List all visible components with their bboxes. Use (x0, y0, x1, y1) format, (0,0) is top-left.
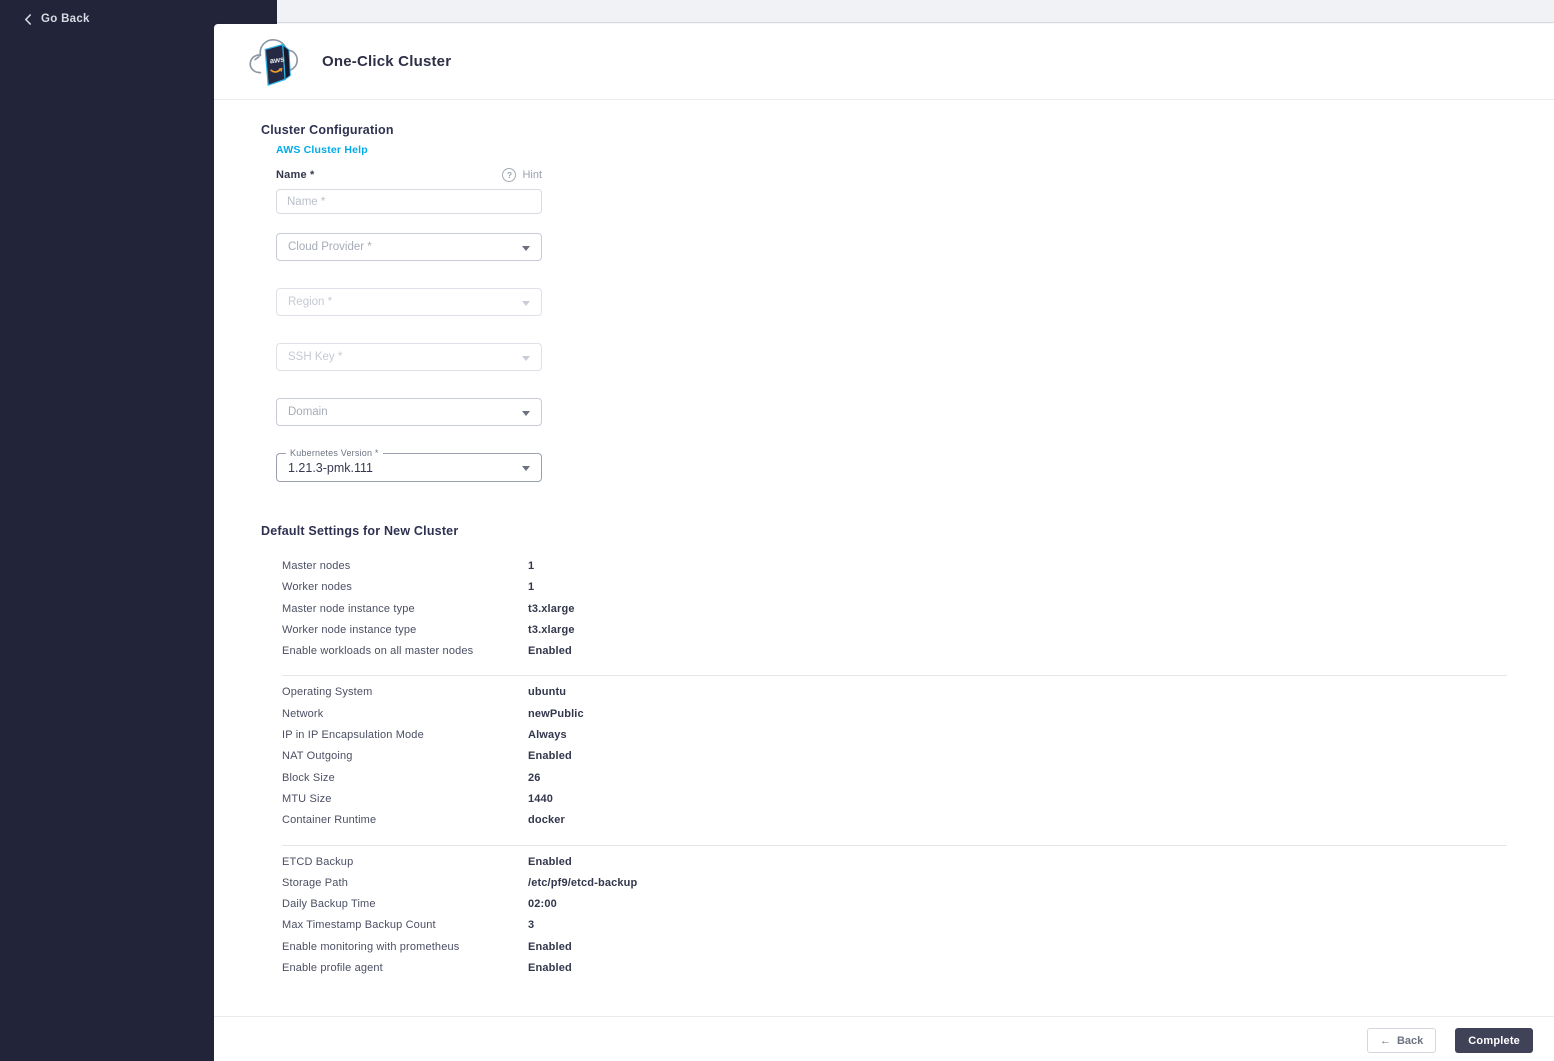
name-field-label: Name * (276, 169, 315, 181)
settings-row-value: ubuntu (528, 686, 567, 699)
select-fields: Cloud Provider * Region * SSH Key * Domain (276, 233, 542, 426)
settings-row-label: Max Timestamp Backup Count (282, 919, 436, 932)
settings-row: Worker nodes 1 (282, 581, 1507, 602)
aws-cloud-icon: aws (249, 38, 298, 86)
settings-row: Block Size 26 (282, 772, 1507, 793)
settings-divider (282, 844, 1507, 846)
settings-row-value: docker (528, 814, 565, 827)
settings-row: MTU Size 1440 (282, 793, 1507, 814)
settings-row-label: Operating System (282, 686, 373, 699)
complete-button-label: Complete (1468, 1034, 1520, 1047)
settings-row-value: t3.xlarge (528, 623, 575, 636)
settings-row: Network newPublic (282, 708, 1507, 729)
hint-label: Hint (522, 169, 542, 181)
settings-row-value: Enabled (528, 962, 572, 975)
card-header: aws One-Click Cluster (214, 24, 1554, 100)
settings-divider (282, 675, 1507, 677)
settings-row-value: 02:00 (528, 898, 557, 911)
settings-row-label: Daily Backup Time (282, 898, 376, 911)
settings-row-label: Master node instance type (282, 602, 415, 615)
kubernetes-version-label: Kubernetes Version * (286, 448, 383, 458)
settings-row-value: Always (528, 729, 567, 742)
field-column: Name * ? Hint Cloud Provider * Region * SS… (276, 168, 542, 482)
settings-row-value: 1 (528, 560, 535, 572)
settings-row-label: Worker node instance type (282, 623, 417, 636)
settings-row-value: Enabled (528, 645, 572, 658)
settings-row-label: Block Size (282, 771, 335, 784)
settings-row: Max Timestamp Backup Count 3 (282, 919, 1507, 940)
settings-row: Container Runtime docker (282, 814, 1507, 835)
back-button[interactable]: ← Back (1366, 1028, 1437, 1053)
name-label-row: Name * ? Hint (276, 168, 542, 182)
question-circle-icon: ? (502, 168, 517, 182)
chevron-left-icon (24, 13, 31, 25)
chevron-down-icon (522, 301, 530, 306)
settings-row-label: Enable monitoring with prometheus (282, 940, 460, 953)
settings-row-value: 1440 (528, 792, 554, 805)
section-title-default-settings: Default Settings for New Cluster (261, 524, 459, 538)
settings-row-label: Enable workloads on all master nodes (282, 645, 474, 658)
select-domain[interactable]: Domain (276, 398, 542, 426)
settings-row-label: Worker nodes (282, 581, 353, 594)
settings-row-value: t3.xlarge (528, 602, 575, 615)
settings-row-value: 1 (528, 581, 535, 594)
aws-cluster-help-link[interactable]: AWS Cluster Help (276, 144, 368, 156)
settings-row-label: Enable profile agent (282, 962, 383, 975)
settings-row: Enable monitoring with prometheus Enabled (282, 941, 1507, 962)
kubernetes-version-value: 1.21.3-pmk.111 (288, 460, 374, 475)
settings-row-label: Master nodes (282, 560, 351, 572)
settings-row-label: Storage Path (282, 876, 349, 889)
settings-row: Enable profile agent Enabled (282, 962, 1507, 983)
settings-row-label: NAT Outgoing (282, 750, 353, 763)
section-title-cluster-configuration: Cluster Configuration (261, 123, 394, 137)
settings-row: Master nodes 1 (282, 560, 1507, 581)
page-title: One-Click Cluster (322, 53, 452, 70)
settings-row-label: MTU Size (282, 792, 332, 805)
select-ssh-key[interactable]: SSH Key * (276, 343, 542, 371)
select-placeholder: Cloud Provider * (288, 241, 372, 253)
settings-row-label: Network (282, 707, 324, 720)
select-placeholder: Domain (288, 406, 328, 418)
settings-row-value: /etc/pf9/etcd-backup (528, 876, 638, 889)
settings-row-value: Enabled (528, 940, 572, 953)
chevron-down-icon (522, 356, 530, 361)
select-placeholder: SSH Key * (288, 351, 343, 363)
chevron-down-icon (522, 466, 530, 471)
settings-row-label: ETCD Backup (282, 855, 354, 868)
settings-row: Operating System ubuntu (282, 686, 1507, 707)
settings-row-label: Container Runtime (282, 814, 377, 827)
settings-row-value: Enabled (528, 855, 572, 868)
arrow-left-icon: ← (1379, 1034, 1391, 1047)
settings-row: Enable workloads on all master nodes Enab… (282, 645, 1507, 666)
select-kubernetes-version[interactable]: Kubernetes Version * 1.21.3-pmk.111 (276, 448, 542, 482)
footer-buttons: ← Back Complete (1366, 1028, 1533, 1053)
settings-row: ETCD Backup Enabled (282, 856, 1507, 877)
back-button-label: Back (1396, 1034, 1424, 1047)
settings-row-value: 3 (528, 919, 535, 932)
settings-row-value: Enabled (528, 750, 572, 763)
settings-row: IP in IP Encapsulation Mode Always (282, 729, 1507, 750)
settings-row-label: IP in IP Encapsulation Mode (282, 729, 424, 742)
settings-row: Master node instance type t3.xlarge (282, 603, 1507, 624)
chevron-down-icon (522, 411, 530, 416)
chevron-down-icon (522, 246, 530, 251)
select-cloud-provider[interactable]: Cloud Provider * (276, 233, 542, 261)
hint-button[interactable]: ? Hint (502, 168, 542, 182)
card-footer: ← Back Complete (214, 1016, 1554, 1061)
select-placeholder: Region * (288, 296, 333, 308)
settings-groups: Master nodes 1 Worker nodes 1 Master node in… (282, 560, 1507, 983)
select-region[interactable]: Region * (276, 288, 542, 316)
name-input[interactable] (276, 189, 542, 214)
settings-row: NAT Outgoing Enabled (282, 750, 1507, 771)
complete-button[interactable]: Complete (1455, 1028, 1533, 1053)
settings-row-value: newPublic (528, 707, 584, 720)
content: Cluster Configuration AWS Cluster Help N… (214, 123, 1554, 983)
main-card: aws One-Click Cluster Cluster Configurat… (214, 24, 1554, 1061)
go-back-button[interactable]: Go Back (24, 13, 90, 25)
settings-row-value: 26 (528, 771, 541, 784)
go-back-label: Go Back (41, 13, 90, 25)
settings-row: Daily Backup Time 02:00 (282, 898, 1507, 919)
settings-row: Worker node instance type t3.xlarge (282, 624, 1507, 645)
settings-row: Storage Path/etc/pf9/etcd-backup (282, 877, 1507, 898)
